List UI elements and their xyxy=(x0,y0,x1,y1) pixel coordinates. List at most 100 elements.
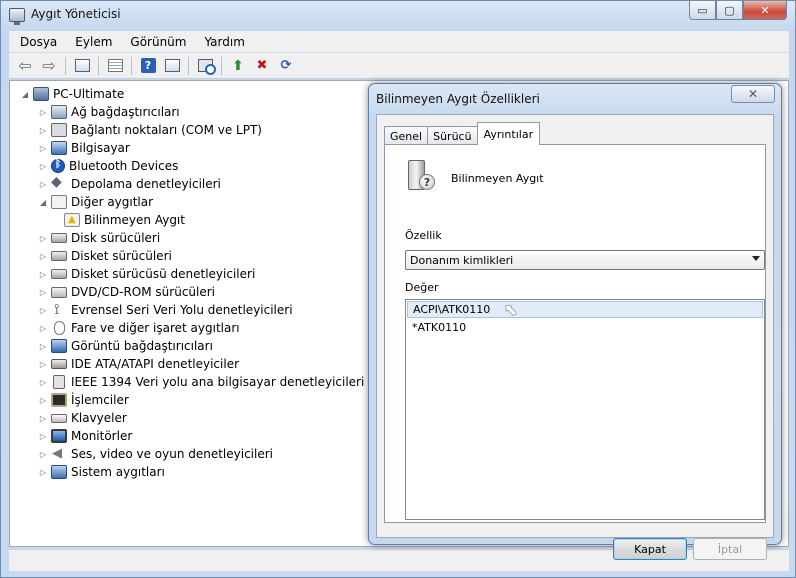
tree-item-computer[interactable]: ▷ Bilgisayar xyxy=(38,139,130,157)
ieee1394-icon xyxy=(53,375,65,389)
title-bar[interactable]: Aygıt Yöneticisi ▭ ▢ ✕ xyxy=(1,1,795,29)
processor-icon xyxy=(51,393,67,407)
expand-arrow-icon[interactable]: ▷ xyxy=(38,162,48,171)
uninstall-button[interactable]: ✖ xyxy=(252,56,272,76)
tree-item-ieee1394[interactable]: ▷ IEEE 1394 Veri yolu ana bilgisayar den… xyxy=(38,373,364,391)
expand-arrow-icon[interactable]: ▷ xyxy=(38,432,48,441)
expand-arrow-icon[interactable]: ▷ xyxy=(38,144,48,153)
show-hide-tree-button[interactable] xyxy=(72,56,92,76)
tree-item-label: Bilinmeyen Aygıt xyxy=(84,213,185,227)
expand-arrow-icon[interactable]: ◢ xyxy=(38,198,48,207)
tree-item-label: Bağlantı noktaları (COM ve LPT) xyxy=(71,123,262,137)
tree-item-keyboards[interactable]: ▷ Klavyeler xyxy=(38,409,127,427)
close-dialog-button[interactable]: Kapat xyxy=(613,538,687,560)
expand-arrow-icon[interactable]: ▷ xyxy=(38,414,48,423)
tree-item-label: Bluetooth Devices xyxy=(69,159,179,173)
update-driver-button[interactable]: ⬆ xyxy=(228,56,248,76)
forward-icon: ⇨ xyxy=(42,55,56,75)
expand-arrow-icon[interactable]: ▷ xyxy=(38,306,48,315)
toolbar-separator xyxy=(131,56,132,75)
dialog-close-button[interactable]: ✕ xyxy=(731,85,775,103)
menu-bar: Dosya Eylem Görünüm Yardım xyxy=(9,31,789,53)
expand-arrow-icon[interactable]: ▷ xyxy=(38,396,48,405)
list-view-button[interactable] xyxy=(162,56,182,76)
tree-item-system-devices[interactable]: ▷ Sistem aygıtları xyxy=(38,463,165,481)
expand-arrow-icon[interactable]: ▷ xyxy=(38,288,48,297)
tree-item-unknown-device[interactable]: Bilinmeyen Aygıt xyxy=(64,211,185,229)
expand-arrow-icon[interactable]: ▷ xyxy=(38,324,48,333)
tab-details[interactable]: Ayrıntılar xyxy=(476,122,541,145)
tree-item-ports[interactable]: ▷ Bağlantı noktaları (COM ve LPT) xyxy=(38,121,262,139)
tree-item-processors[interactable]: ▷ İşlemciler xyxy=(38,391,129,409)
disable-icon: ⟳ xyxy=(280,58,292,73)
value-text: ACPI\ATK0110 xyxy=(413,303,491,316)
expand-arrow-icon[interactable]: ▷ xyxy=(38,270,48,279)
tree-item-label: Monitörler xyxy=(71,429,133,443)
expand-arrow-icon[interactable]: ▷ xyxy=(38,342,48,351)
details-tab-panel: ? Bilinmeyen Aygıt Özellik Donanım kimli… xyxy=(384,144,766,523)
tree-item-floppy-drives[interactable]: ▷ Disket sürücüleri xyxy=(38,247,172,265)
tree-item-label: Görüntü bağdaştırıcıları xyxy=(71,339,213,353)
expand-arrow-icon[interactable]: ▷ xyxy=(38,378,48,387)
menu-action[interactable]: Eylem xyxy=(64,35,119,49)
mouse-pointer-icon: ⬉ xyxy=(504,300,518,319)
property-dropdown[interactable]: Donanım kimlikleri xyxy=(405,250,765,270)
expand-arrow-icon[interactable]: ▷ xyxy=(38,108,48,117)
tree-item-other-devices[interactable]: ◢ Diğer aygıtlar xyxy=(38,193,153,211)
show-hide-console-tree-icon xyxy=(74,59,90,72)
forward-button[interactable]: ⇨ xyxy=(39,56,59,76)
update-driver-icon: ⬆ xyxy=(232,57,244,74)
window-title: Aygıt Yöneticisi xyxy=(31,7,121,21)
value-list-item-selected[interactable]: ACPI\ATK0110 ⬉ xyxy=(407,301,763,318)
maximize-button[interactable]: ▢ xyxy=(716,1,743,20)
expand-arrow-icon[interactable]: ▷ xyxy=(38,180,48,189)
expand-arrow-icon[interactable]: ▷ xyxy=(38,252,48,261)
menu-view[interactable]: Görünüm xyxy=(119,35,193,49)
minimize-button[interactable]: ▭ xyxy=(689,1,716,20)
list-view-icon xyxy=(164,59,180,72)
floppy-controller-icon xyxy=(51,269,67,279)
toolbar: ⇦ ⇨ ? ⬆ ✖ ⟳ xyxy=(9,53,789,79)
menu-help[interactable]: Yardım xyxy=(193,35,251,49)
properties-icon xyxy=(107,59,123,72)
tree-root[interactable]: ◢ PC-Ultimate xyxy=(20,85,124,103)
scan-hardware-button[interactable] xyxy=(195,56,216,76)
tab-driver[interactable]: Sürücü xyxy=(427,126,478,145)
close-button[interactable]: ✕ xyxy=(743,1,787,20)
ide-controller-icon xyxy=(51,359,67,369)
tree-item-label: Ağ bağdaştırıcıları xyxy=(71,105,180,119)
tab-strip: Genel Sürücü Ayrıntılar xyxy=(384,122,541,145)
expand-arrow-icon[interactable]: ▷ xyxy=(38,450,48,459)
disable-button[interactable]: ⟳ xyxy=(276,56,296,76)
tree-item-sound[interactable]: ▷ Ses, video ve oyun denetleyicileri xyxy=(38,445,273,463)
disk-drive-icon xyxy=(51,233,67,243)
expand-arrow-icon[interactable]: ▷ xyxy=(38,234,48,243)
expand-arrow-icon[interactable]: ▷ xyxy=(38,126,48,135)
expand-arrow-icon[interactable]: ▷ xyxy=(38,468,48,477)
tree-item-floppy-controllers[interactable]: ▷ Disket sürücüsü denetleyicileri xyxy=(38,265,255,283)
menu-file[interactable]: Dosya xyxy=(9,35,64,49)
tree-item-ide-controllers[interactable]: ▷ IDE ATA/ATAPI denetleyiciler xyxy=(38,355,239,373)
tree-item-storage-controllers[interactable]: ▷ Depolama denetleyicileri xyxy=(38,174,221,193)
system-devices-icon xyxy=(51,465,67,479)
tab-general[interactable]: Genel xyxy=(384,126,429,145)
tree-item-dvd-drives[interactable]: ▷ DVD/CD-ROM sürücüleri xyxy=(38,283,215,301)
value-listbox[interactable]: ACPI\ATK0110 ⬉ *ATK0110 xyxy=(405,299,765,520)
tree-item-label: Disket sürücüleri xyxy=(71,249,172,263)
tree-item-network-adapters[interactable]: ▷ Ağ bağdaştırıcıları xyxy=(38,103,180,121)
tree-item-display-adapters[interactable]: ▷ Görüntü bağdaştırıcıları xyxy=(38,337,213,355)
tree-item-mice[interactable]: ▷ Fare ve diğer işaret aygıtları xyxy=(38,319,240,337)
value-list-item[interactable]: *ATK0110 xyxy=(407,319,763,336)
tree-item-disk-drives[interactable]: ▷ Disk sürücüleri xyxy=(38,229,160,247)
other-devices-icon xyxy=(51,195,67,209)
back-button[interactable]: ⇦ xyxy=(15,56,35,76)
tree-item-usb-controllers[interactable]: ▷ Evrensel Seri Veri Yolu denetleyiciler… xyxy=(38,300,293,319)
cancel-button[interactable]: İptal xyxy=(693,538,767,560)
tree-item-monitors[interactable]: ▷ Monitörler xyxy=(38,427,132,445)
tree-item-label: IDE ATA/ATAPI denetleyiciler xyxy=(71,357,240,371)
properties-button[interactable] xyxy=(105,56,125,76)
expand-arrow-icon[interactable]: ▷ xyxy=(38,360,48,369)
expand-arrow-icon[interactable]: ◢ xyxy=(20,90,30,99)
help-button[interactable]: ? xyxy=(138,56,158,76)
tree-item-bluetooth[interactable]: ▷ Bluetooth Devices xyxy=(38,157,178,175)
